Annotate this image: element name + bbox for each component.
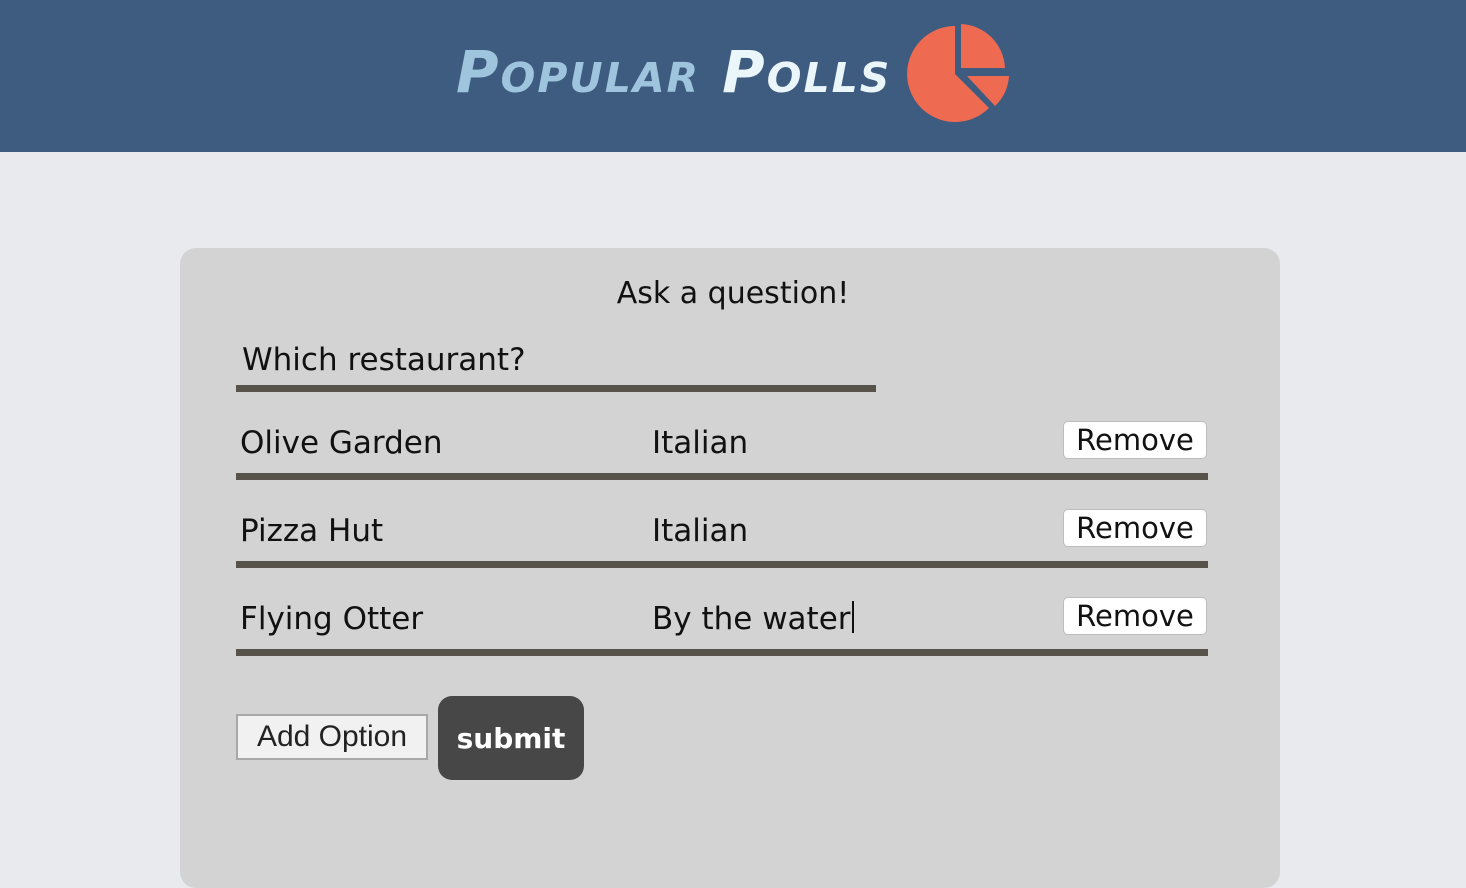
submit-button[interactable]: submit <box>438 696 584 780</box>
brand-title-second: Polls <box>722 38 892 106</box>
form-title: Ask a question! <box>616 276 850 311</box>
option-name-input[interactable]: Olive Garden <box>240 425 443 461</box>
text-cursor <box>851 601 854 633</box>
pie-chart-icon <box>907 24 1010 122</box>
add-option-button[interactable]: Add Option <box>236 714 428 760</box>
option-description-input[interactable]: By the water <box>652 601 854 637</box>
option-row: Olive Garden Italian Remove <box>236 421 1208 480</box>
app-header: Popular Polls <box>0 0 1466 152</box>
remove-option-button[interactable]: Remove <box>1063 509 1207 547</box>
remove-option-button[interactable]: Remove <box>1063 597 1207 635</box>
brand-logo[interactable]: Popular Polls <box>456 22 1011 122</box>
option-name-input[interactable]: Flying Otter <box>240 601 423 637</box>
question-input[interactable]: Which restaurant? <box>236 340 876 392</box>
remove-option-button[interactable]: Remove <box>1063 421 1207 459</box>
option-description-input[interactable]: Italian <box>652 513 748 549</box>
option-description-input[interactable]: Italian <box>652 425 748 461</box>
option-name-input[interactable]: Pizza Hut <box>240 513 383 549</box>
option-row: Flying Otter By the water Remove <box>236 597 1208 656</box>
question-input-value: Which restaurant? <box>242 342 526 378</box>
brand-title-first: Popular <box>456 38 701 106</box>
option-row: Pizza Hut Italian Remove <box>236 509 1208 568</box>
option-description-value: By the water <box>652 601 851 637</box>
